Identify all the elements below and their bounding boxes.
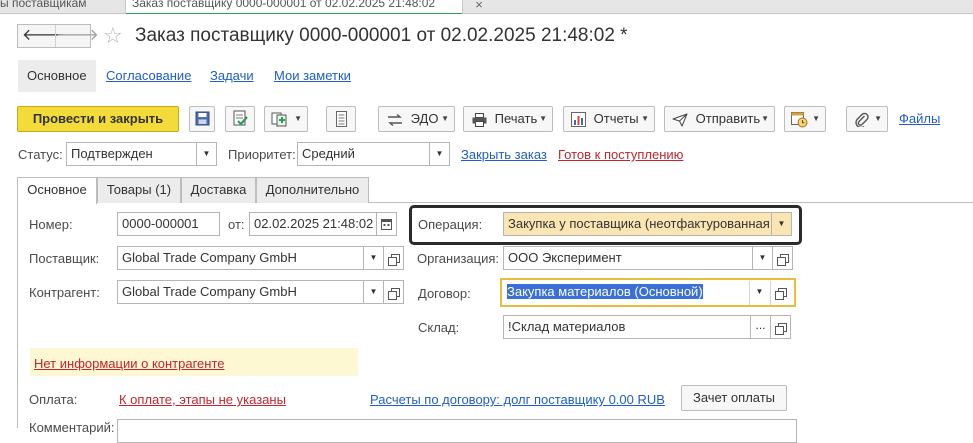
edo-label: ЭДО	[410, 111, 439, 126]
tab-delivery[interactable]: Доставка	[181, 177, 256, 203]
payment-stages-link[interactable]: К оплате, этапы не указаны	[119, 392, 286, 407]
events-button[interactable]: ▼	[784, 106, 826, 132]
number-label: Номер:	[29, 217, 73, 232]
supplier-open-icon[interactable]	[384, 246, 404, 270]
counterparty-dropdown-button[interactable]: ▼	[364, 280, 384, 304]
chevron-down-icon: ▼	[812, 114, 820, 123]
close-order-link[interactable]: Закрыть заказ	[461, 147, 547, 162]
contract-selected-text: Закупка материалов (Основной)	[507, 284, 703, 299]
send-label: Отправить	[695, 111, 761, 126]
organization-label: Организация:	[417, 251, 500, 266]
tab-my-notes[interactable]: Мои заметки	[274, 60, 351, 92]
exchange-arrows-icon	[388, 113, 402, 126]
warehouse-select-button[interactable]: ...	[751, 315, 771, 339]
status-label: Статус:	[18, 147, 63, 162]
tab-goods[interactable]: Товары (1)	[97, 177, 181, 203]
counterparty-open-icon[interactable]	[384, 280, 404, 304]
counterparty-field[interactable]: Global Trade Company GmbH	[117, 280, 364, 304]
priority-label: Приоритет:	[228, 147, 296, 162]
contract-open-icon[interactable]	[770, 281, 790, 305]
date-picker-button[interactable]	[377, 212, 397, 236]
post-document-button[interactable]	[225, 106, 255, 132]
contract-field[interactable]: Закупка материалов (Основной)	[503, 281, 749, 305]
report-chart-icon	[571, 112, 586, 128]
operation-field[interactable]: Закупка у поставщика (неотфактурованная	[503, 212, 772, 236]
send-button[interactable]: Отправить ▼	[664, 106, 775, 132]
tab-additional[interactable]: Дополнительно	[256, 177, 369, 203]
status-dropdown-button[interactable]: ▼	[197, 142, 217, 166]
document-structure-button[interactable]	[326, 106, 356, 132]
priority-dropdown-button[interactable]: ▼	[430, 142, 450, 166]
contract-settlements-link[interactable]: Расчеты по договору: долг поставщику 0.0…	[370, 392, 665, 407]
comment-field[interactable]	[117, 419, 797, 443]
create-based-on-icon	[271, 112, 287, 127]
window-tab-supplier-orders[interactable]: ы поставщикам	[0, 0, 124, 14]
post-document-icon	[233, 110, 248, 126]
post-and-close-button[interactable]: Провести и закрыть	[17, 106, 179, 132]
calendar-clock-icon	[791, 112, 808, 128]
supplier-label: Поставщик:	[29, 251, 100, 266]
chevron-down-icon: ▼	[761, 114, 769, 123]
printer-icon	[472, 112, 487, 127]
chevron-down-icon: ▼	[641, 114, 649, 123]
contract-label: Договор:	[418, 286, 471, 301]
payment-label: Оплата:	[29, 392, 78, 407]
tab-tasks[interactable]: Задачи	[210, 60, 254, 92]
print-label: Печать	[494, 111, 538, 126]
operation-dropdown-button[interactable]: ▼	[772, 212, 792, 236]
send-plane-icon	[672, 113, 688, 127]
organization-field[interactable]: ООО Эксперимент	[503, 246, 753, 270]
edo-button[interactable]: ЭДО ▼	[378, 106, 455, 132]
floppy-disk-icon	[195, 111, 210, 126]
counterparty-label: Контрагент:	[29, 285, 100, 300]
forward-arrow-icon[interactable]: 🡒	[55, 25, 99, 47]
chevron-down-icon: ▼	[874, 114, 882, 123]
page-title: Заказ поставщику 0000-000001 от 02.02.20…	[135, 25, 628, 46]
date-from-label: от:	[228, 217, 245, 232]
close-tab-icon[interactable]: ×	[472, 0, 486, 12]
organization-dropdown-button[interactable]: ▼	[753, 246, 773, 270]
back-arrow-icon[interactable]: 🡐	[22, 25, 65, 47]
window-tab-current-order[interactable]: Заказ поставщику 0000-000001 от 02.02.20…	[125, 0, 463, 14]
supplier-dropdown-button[interactable]: ▼	[364, 246, 384, 270]
priority-field[interactable]: Средний	[297, 142, 430, 166]
operation-label: Операция:	[418, 217, 483, 232]
create-based-on-button[interactable]: ▼	[264, 106, 308, 132]
no-counterparty-info-link[interactable]: Нет информации о контрагенте	[34, 356, 225, 371]
tab-main-section[interactable]: Основное	[18, 60, 96, 92]
favorite-star-icon[interactable]: ☆	[103, 24, 123, 48]
paperclip-icon	[855, 112, 869, 127]
organization-open-icon[interactable]	[773, 246, 793, 270]
reports-label: Отчеты	[593, 111, 639, 126]
warehouse-open-icon[interactable]	[771, 315, 791, 339]
warehouse-label: Склад:	[418, 320, 460, 335]
payment-offset-button[interactable]: Зачет оплаты	[681, 385, 787, 411]
chevron-down-icon: ▼	[441, 114, 449, 123]
nav-buttons: 🡐 🡒	[17, 24, 99, 48]
attachments-button[interactable]: ▼	[846, 106, 888, 132]
date-field[interactable]: 02.02.2025 21:48:02	[249, 212, 377, 236]
tab-approval[interactable]: Согласование	[106, 60, 191, 92]
files-link[interactable]: Файлы	[899, 111, 940, 126]
reports-button[interactable]: Отчеты ▼	[563, 106, 655, 132]
chevron-down-icon: ▼	[539, 114, 547, 123]
ready-for-receipt-link[interactable]: Готов к поступлению	[558, 147, 683, 162]
contract-dropdown-button[interactable]: ▼	[749, 281, 769, 305]
supplier-field[interactable]: Global Trade Company GmbH	[117, 246, 364, 270]
print-button[interactable]: Печать ▼	[463, 106, 553, 132]
status-field[interactable]: Подтвержден	[66, 142, 197, 166]
calendar-icon	[381, 219, 392, 230]
warehouse-field[interactable]: !Склад материалов	[503, 315, 751, 339]
chevron-down-icon: ▼	[294, 114, 302, 123]
tab-main[interactable]: Основное	[17, 177, 97, 204]
number-field[interactable]: 0000-000001	[117, 212, 220, 236]
list-document-icon	[336, 111, 347, 127]
save-button[interactable]	[189, 106, 215, 132]
